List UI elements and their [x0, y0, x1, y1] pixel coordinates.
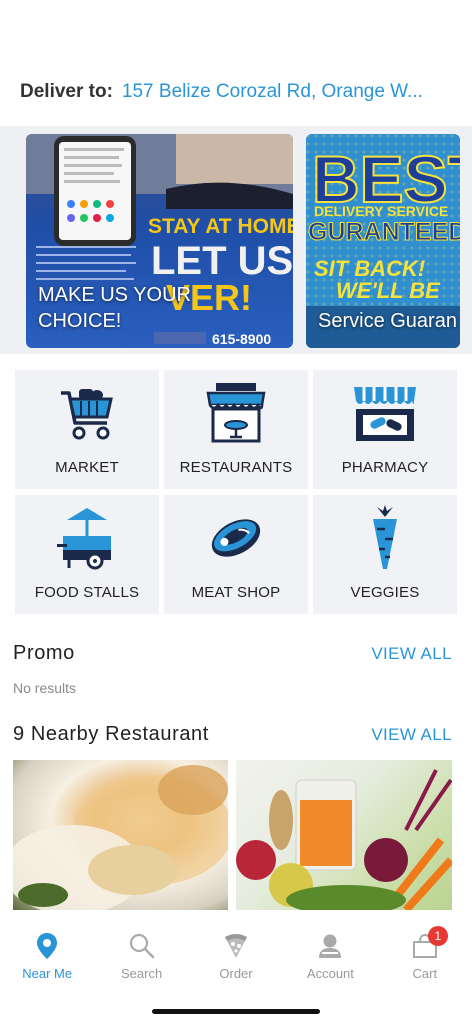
location-pin-icon — [33, 932, 61, 960]
tab-label: Order — [219, 966, 253, 981]
banner-stay-at-home[interactable]: STAY AT HOME LET US VER! 615-8900 MAKE U… — [26, 134, 293, 348]
category-label: FOOD STALLS — [34, 584, 140, 601]
promo-section-header: Promo VIEW ALL — [13, 642, 452, 665]
category-label: RESTAURANTS — [179, 459, 293, 476]
steak-icon — [200, 505, 272, 571]
tab-label: Near Me — [22, 966, 73, 981]
svg-text:WE'LL BE: WE'LL BE — [336, 278, 441, 303]
category-meat-shop[interactable]: MEAT SHOP — [164, 495, 308, 614]
banner-caption: Service Guaran — [318, 310, 457, 332]
tab-label: Account — [306, 966, 354, 981]
restaurant-card[interactable] — [13, 760, 228, 910]
nearby-view-all-link[interactable]: VIEW ALL — [371, 725, 452, 745]
svg-text:615-8900: 615-8900 — [212, 331, 271, 347]
food-stall-cart-icon — [51, 505, 123, 571]
bottom-tab-bar: Near Me Search Order Account 1 Cart — [0, 918, 472, 988]
deliver-to-bar[interactable]: Deliver to: 157 Belize Corozal Rd, Orang… — [20, 78, 458, 106]
promo-view-all-link[interactable]: VIEW ALL — [371, 644, 452, 664]
tab-near-me[interactable]: Near Me — [0, 918, 94, 988]
category-label: MEAT SHOP — [191, 584, 281, 601]
svg-text:STAY AT HOME: STAY AT HOME — [148, 215, 293, 238]
deliver-to-label: Deliver to: — [20, 81, 113, 102]
search-icon — [128, 932, 156, 960]
shopping-cart-icon — [51, 380, 123, 446]
category-grid: MARKET RESTAURANTS PHARMACY FOOD STALLS … — [15, 370, 457, 614]
svg-text:DELIVERY SERVICE: DELIVERY SERVICE — [314, 203, 448, 219]
promo-empty-text: No results — [13, 680, 77, 696]
tab-label: Search — [121, 966, 163, 981]
nearby-section-header: 9 Nearby Restaurant VIEW ALL — [13, 723, 452, 746]
restaurant-card[interactable] — [236, 760, 452, 910]
restaurant-photo — [236, 769, 452, 910]
pharmacy-storefront-icon — [349, 380, 421, 446]
svg-text:GURANTEED: GURANTEED — [308, 218, 460, 246]
tab-label: Cart — [412, 966, 438, 981]
nearby-title: 9 Nearby Restaurant — [13, 723, 209, 745]
category-pharmacy[interactable]: PHARMACY — [313, 370, 457, 489]
tab-account[interactable]: Account — [283, 918, 377, 988]
category-label: MARKET — [55, 459, 119, 476]
restaurant-photo — [13, 765, 228, 910]
carrot-icon — [349, 505, 421, 571]
banner-best-delivery[interactable]: BEST DELIVERY SERVICE GURANTEED SIT BACK… — [306, 134, 460, 348]
pizza-slice-icon — [222, 932, 250, 960]
tab-cart[interactable]: 1 Cart — [378, 918, 472, 988]
category-label: PHARMACY — [341, 459, 429, 476]
banner-caption: MAKE US YOUR CHOICE! — [38, 284, 191, 332]
category-veggies[interactable]: VEGGIES — [313, 495, 457, 614]
cart-count-badge: 1 — [427, 926, 448, 946]
category-food-stalls[interactable]: FOOD STALLS — [15, 495, 159, 614]
banner-carousel[interactable]: STAY AT HOME LET US VER! 615-8900 MAKE U… — [0, 126, 472, 354]
tab-order[interactable]: Order — [189, 918, 283, 988]
category-restaurants[interactable]: RESTAURANTS — [164, 370, 308, 489]
restaurant-storefront-icon — [200, 380, 272, 446]
promo-title: Promo — [13, 642, 75, 664]
category-label: VEGGIES — [350, 584, 420, 601]
home-indicator — [152, 1009, 320, 1014]
tab-search[interactable]: Search — [94, 918, 188, 988]
category-market[interactable]: MARKET — [15, 370, 159, 489]
delivery-address-link[interactable]: 157 Belize Corozal Rd, Orange W... — [122, 81, 458, 103]
user-icon — [316, 932, 344, 960]
